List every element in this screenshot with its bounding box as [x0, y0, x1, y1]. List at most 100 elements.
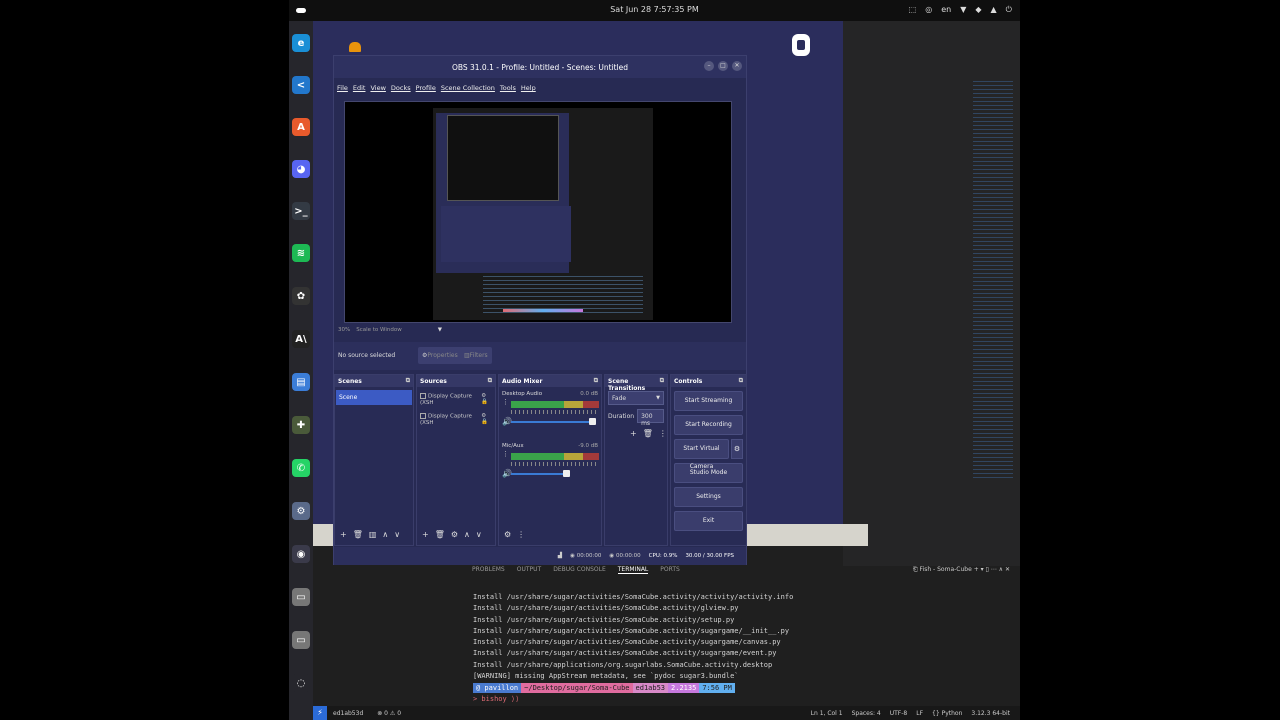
- status-item[interactable]: Ln 1, Col 1: [811, 710, 843, 717]
- minimap[interactable]: [973, 81, 1013, 481]
- tray-item[interactable]: ◎: [925, 5, 932, 15]
- status-item[interactable]: ⊗ 0 ⚠ 0: [377, 710, 401, 717]
- transition-select[interactable]: Fade ▼: [608, 391, 664, 405]
- volume-slider-handle[interactable]: [563, 470, 570, 477]
- menu-view[interactable]: View: [370, 84, 385, 92]
- up-icon[interactable]: ∧: [464, 530, 470, 542]
- files-icon[interactable]: ▤: [292, 373, 310, 391]
- vscode-icon[interactable]: <: [292, 76, 310, 94]
- visibility-icon[interactable]: [420, 413, 426, 419]
- start-recording-button[interactable]: Start Recording: [674, 415, 743, 435]
- trash-icon[interactable]: 🗑: [643, 429, 653, 438]
- duration-input[interactable]: 300 ms: [637, 409, 664, 427]
- terminal-icon[interactable]: >_: [292, 202, 310, 220]
- spotify-icon[interactable]: ≋: [292, 244, 310, 262]
- system-tray[interactable]: ⬚ ◎ en ▼ ◆ ▲ ⏻: [909, 5, 1012, 15]
- virtual-camera-gear-icon[interactable]: ⚙: [731, 439, 743, 459]
- scale-mode-select[interactable]: Scale to Window: [356, 327, 402, 333]
- popout-icon[interactable]: ⧉: [660, 377, 664, 385]
- edge-icon[interactable]: e: [292, 34, 310, 52]
- panel-tabs[interactable]: PROBLEMS OUTPUT DEBUG CONSOLE TERMINAL PORTS: [472, 566, 680, 574]
- menu-profile[interactable]: Profile: [416, 84, 436, 92]
- filters-button[interactable]: ▥Filters: [460, 347, 492, 364]
- popout-icon[interactable]: ⧉: [594, 377, 598, 385]
- status-item[interactable]: 3.12.3 64-bit: [971, 710, 1010, 717]
- studio-mode-button[interactable]: Studio Mode: [674, 463, 743, 483]
- menu-file[interactable]: File: [337, 84, 348, 92]
- menu-edit[interactable]: Edit: [353, 84, 366, 92]
- source-item[interactable]: Display Capture (XSH ⚙🔒: [417, 387, 495, 407]
- chatgpt-icon[interactable]: ✿: [292, 287, 310, 305]
- status-item[interactable]: Spaces: 4: [852, 710, 881, 717]
- tray-item[interactable]: ▼: [960, 5, 966, 15]
- menu-tools[interactable]: Tools: [500, 84, 516, 92]
- settings-icon[interactable]: ⚙: [292, 502, 310, 520]
- menu-dots-icon[interactable]: ⋮: [659, 429, 667, 438]
- tray-item[interactable]: ⬚: [909, 5, 917, 15]
- popout-icon[interactable]: ⧉: [488, 377, 492, 385]
- menu-dots-icon[interactable]: ⋮: [502, 451, 509, 458]
- popout-icon[interactable]: ⧉: [739, 377, 743, 385]
- up-icon[interactable]: ∧: [382, 530, 388, 542]
- whatsapp-icon[interactable]: ✆: [292, 459, 310, 477]
- obs-icon[interactable]: ◉: [292, 545, 310, 563]
- chevron-down-icon[interactable]: ▼: [438, 327, 442, 333]
- panel-tab-debug-console[interactable]: DEBUG CONSOLE: [553, 566, 606, 574]
- gear-icon[interactable]: ⚙: [504, 530, 511, 542]
- menu-docks[interactable]: Docks: [391, 84, 411, 92]
- panel-tab-terminal[interactable]: TERMINAL: [617, 566, 649, 574]
- disk-icon-2[interactable]: ▭: [292, 631, 310, 649]
- tray-item[interactable]: en: [941, 5, 951, 15]
- add-icon[interactable]: +: [422, 530, 429, 542]
- status-item[interactable]: {} Python: [932, 710, 962, 717]
- tray-item[interactable]: ⏻: [1006, 5, 1012, 15]
- discord-icon[interactable]: ◕: [292, 160, 310, 178]
- trash-icon[interactable]: 🗑: [353, 530, 363, 542]
- start-virtual-camera-button[interactable]: Start Virtual Camera: [674, 439, 729, 470]
- add-icon[interactable]: +: [630, 429, 637, 438]
- settings-button[interactable]: Settings: [674, 487, 743, 507]
- status-item[interactable]: LF: [916, 710, 923, 717]
- visibility-icon[interactable]: [420, 393, 426, 399]
- scene-item[interactable]: Scene: [336, 390, 412, 405]
- start-streaming-button[interactable]: Start Streaming: [674, 391, 743, 411]
- anthropic-icon[interactable]: A\: [292, 330, 310, 348]
- add-icon[interactable]: +: [340, 530, 347, 542]
- lock-icon[interactable]: ⚙🔒: [481, 413, 492, 425]
- obs-title-bar[interactable]: OBS 31.0.1 - Profile: Untitled - Scenes:…: [334, 56, 746, 78]
- add-terminal-icon[interactable]: + ▾ ▯ ⋯ ∧ ✕: [974, 566, 1010, 573]
- ubuntu-icon[interactable]: ◌: [292, 674, 310, 692]
- panel-tab-problems[interactable]: PROBLEMS: [472, 566, 505, 574]
- volume-slider-handle[interactable]: [589, 418, 596, 425]
- trash-icon[interactable]: 🗑: [435, 530, 445, 542]
- menu-dots-icon[interactable]: ⋮: [517, 530, 525, 542]
- menu-help[interactable]: Help: [521, 84, 536, 92]
- properties-button[interactable]: ⚙Properties: [418, 347, 462, 364]
- close-icon[interactable]: ✕: [732, 61, 742, 71]
- terminal-input-line[interactable]: > bishoy ⟩⟩: [473, 695, 519, 703]
- menu-scene-collection[interactable]: Scene Collection: [441, 84, 495, 92]
- obs-preview[interactable]: [344, 101, 732, 323]
- tray-item[interactable]: ▲: [991, 5, 997, 15]
- tray-item[interactable]: ◆: [975, 5, 981, 15]
- down-icon[interactable]: ∨: [394, 530, 400, 542]
- maximize-icon[interactable]: □: [718, 61, 728, 71]
- app-store-icon[interactable]: A: [292, 118, 310, 136]
- volume-slider[interactable]: [511, 473, 566, 475]
- puzzle-icon[interactable]: ✚: [292, 416, 310, 434]
- gear-icon[interactable]: ⚙: [451, 530, 458, 542]
- filter-icon[interactable]: ▥: [369, 530, 377, 542]
- panel-tab-output[interactable]: OUTPUT: [517, 566, 541, 574]
- remote-icon[interactable]: ⚡: [313, 706, 327, 720]
- minimize-icon[interactable]: –: [704, 61, 714, 71]
- status-item[interactable]: ed1ab53d: [333, 710, 363, 717]
- panel-tab-ports[interactable]: PORTS: [660, 566, 680, 574]
- exit-button[interactable]: Exit: [674, 511, 743, 531]
- source-item[interactable]: Display Capture (XSH ⚙🔒: [417, 407, 495, 427]
- popout-icon[interactable]: ⧉: [406, 377, 410, 385]
- disk-icon[interactable]: ▭: [292, 588, 310, 606]
- lock-icon[interactable]: ⚙🔒: [481, 393, 492, 405]
- volume-slider[interactable]: [511, 421, 592, 423]
- menu-dots-icon[interactable]: ⋮: [502, 399, 509, 406]
- status-item[interactable]: UTF-8: [890, 710, 908, 717]
